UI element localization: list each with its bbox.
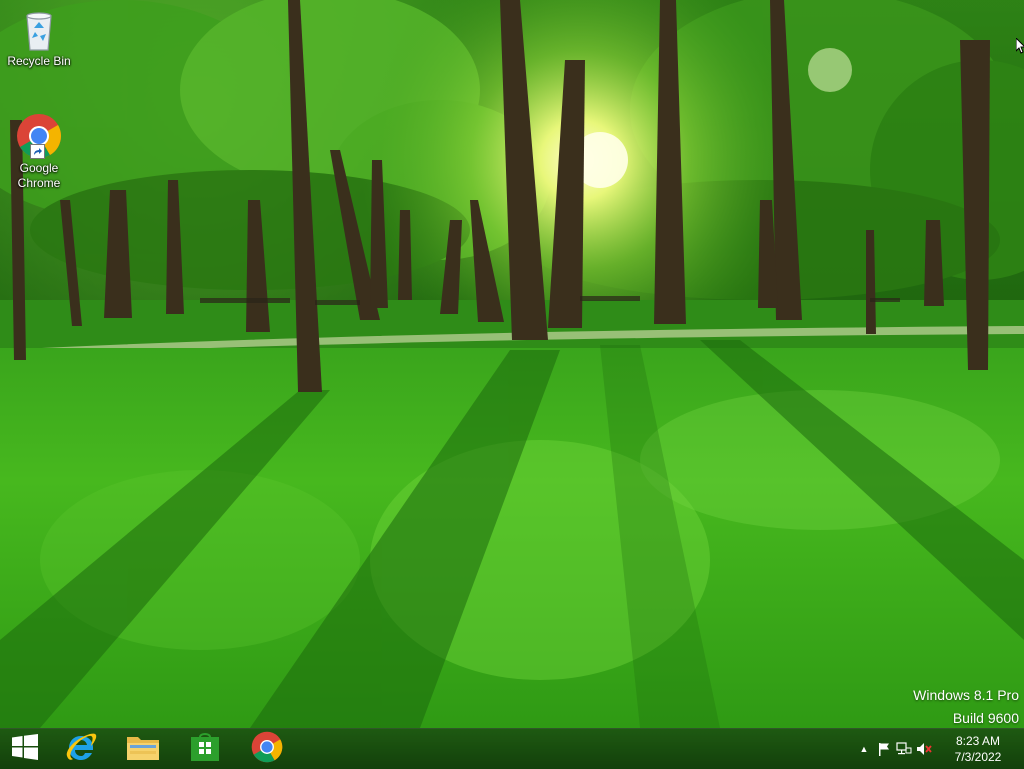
watermark-build: Build 9600 <box>952 710 1019 726</box>
chrome-icon <box>16 113 62 159</box>
system-tray: ▲ 8:23 AM 7/3/2022 <box>854 729 1024 769</box>
chrome-label-line2: Chrome <box>17 176 61 190</box>
windows-watermark: Windows 8.1 Pro Build 9600 <box>913 684 1019 730</box>
shortcut-arrow-icon <box>30 144 45 159</box>
clock-time: 8:23 AM <box>955 734 1001 748</box>
chrome-taskbar-button[interactable] <box>236 729 298 769</box>
folder-icon <box>126 732 160 767</box>
mouse-cursor-icon <box>1015 36 1024 59</box>
recycle-bin-icon <box>19 8 59 52</box>
windows-logo-icon <box>12 733 38 765</box>
store-taskbar-button[interactable] <box>174 729 236 769</box>
store-icon <box>190 732 220 767</box>
recycle-bin-label: Recycle Bin <box>7 54 71 68</box>
desktop-wallpaper <box>0 0 1024 768</box>
internet-explorer-taskbar-button[interactable] <box>50 729 112 769</box>
clock-date: 7/3/2022 <box>954 750 1002 764</box>
chrome-desktop-icon[interactable]: Google Chrome <box>1 113 77 191</box>
watermark-edition: Windows 8.1 Pro <box>913 687 1019 703</box>
chrome-icon <box>251 731 283 768</box>
internet-explorer-icon <box>64 730 98 769</box>
recycle-bin-desktop-icon[interactable]: Recycle Bin <box>1 8 77 69</box>
flag-icon[interactable] <box>874 729 894 769</box>
chrome-label-line1: Google <box>19 161 59 175</box>
chrome-label: Google Chrome <box>1 161 77 191</box>
start-button[interactable] <box>0 729 50 769</box>
file-explorer-taskbar-button[interactable] <box>112 729 174 769</box>
taskbar-clock[interactable]: 8:23 AM 7/3/2022 <box>940 733 1016 765</box>
network-icon[interactable] <box>894 729 914 769</box>
speaker-muted-icon[interactable] <box>914 729 934 769</box>
taskbar: ▲ 8:23 AM 7/3/2022 <box>0 728 1024 769</box>
show-hidden-icons-chevron-icon[interactable]: ▲ <box>854 729 874 769</box>
